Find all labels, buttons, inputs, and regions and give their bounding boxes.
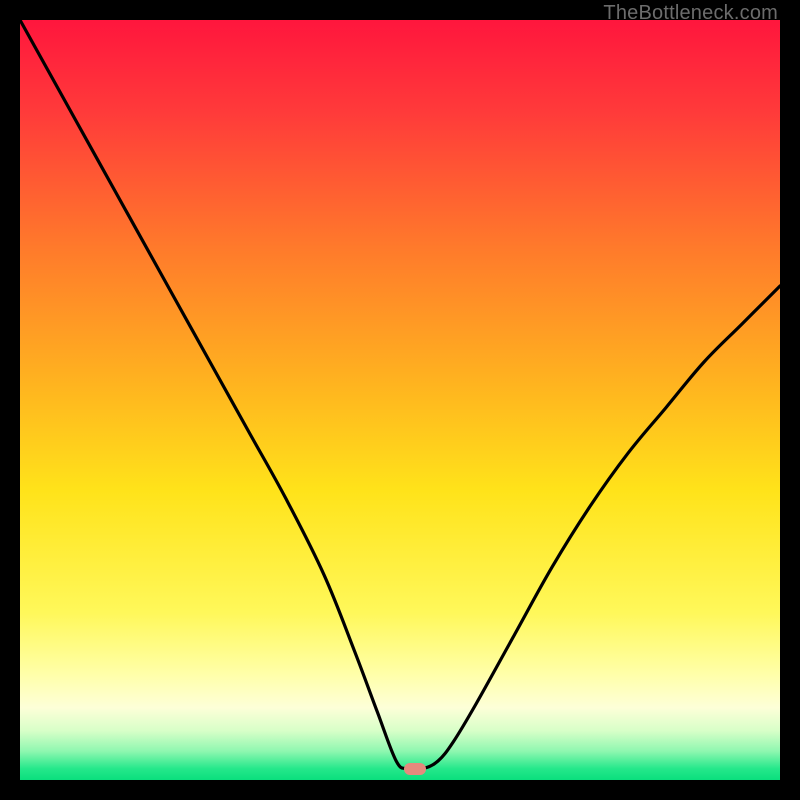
- chart-frame: TheBottleneck.com: [0, 0, 800, 800]
- optimal-point-marker: [404, 763, 426, 775]
- bottleneck-curve: [20, 20, 780, 780]
- plot-area: [20, 20, 780, 780]
